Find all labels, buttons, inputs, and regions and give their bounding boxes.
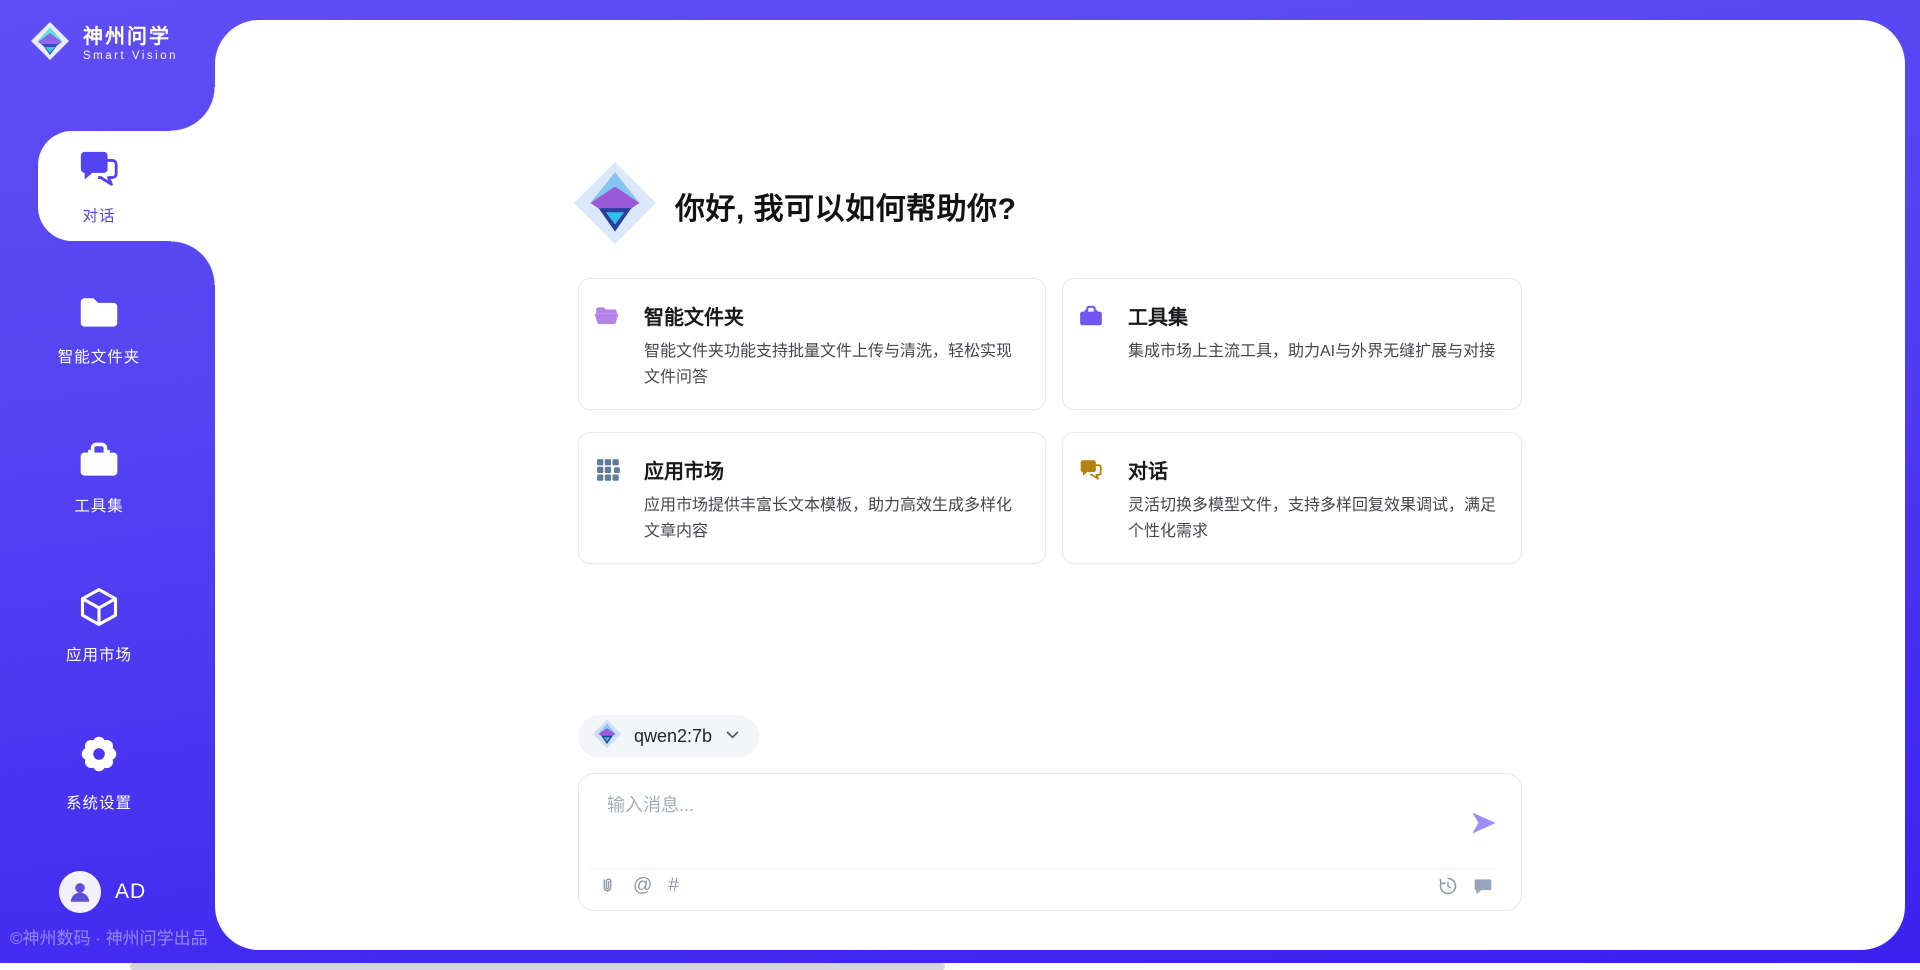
greeting: 你好, 我可以如何帮助你? — [572, 160, 1017, 251]
copyright-text: ©神州数码 · 神州问学出品 — [10, 924, 208, 949]
sidebar-item-settings[interactable]: 系统设置 — [37, 731, 161, 813]
chevron-down-icon — [724, 726, 741, 748]
model-name: qwen2:7b — [634, 726, 712, 747]
sidebar-item-toolbox[interactable]: 工具集 — [37, 440, 161, 516]
sidebar-item-label: 工具集 — [74, 494, 124, 516]
card-description: 应用市场提供丰富长文本模板，助力高效生成多样化文章内容 — [644, 493, 1021, 545]
chat-bubbles-icon — [1078, 457, 1104, 483]
scrollbar-thumb[interactable] — [130, 963, 945, 970]
folder-icon — [78, 293, 120, 336]
sidebar-item-smart-folder[interactable]: 智能文件夹 — [37, 293, 161, 367]
mention-icon[interactable]: @ — [633, 876, 652, 896]
tab-curve-bottom — [171, 241, 215, 285]
card-title: 对话 — [1128, 455, 1168, 484]
horizontal-scrollbar — [0, 963, 1920, 970]
card-description: 集成市场上主流工具，助力AI与外界无缝扩展与对接 — [1128, 339, 1497, 365]
feature-cards: 智能文件夹 智能文件夹功能支持批量文件上传与清洗，轻松实现文件问答 工具集 — [578, 278, 1522, 564]
brand-diamond-icon — [30, 21, 70, 66]
sidebar-item-label: 应用市场 — [66, 643, 132, 665]
card-app-market[interactable]: 应用市场 应用市场提供丰富长文本模板，助力高效生成多样化文章内容 — [578, 432, 1046, 564]
user-initials: AD — [115, 880, 146, 904]
brand-tagline: Smart Vision — [83, 49, 178, 63]
message-composer: @ # — [578, 773, 1522, 911]
folder-open-icon — [594, 303, 620, 329]
card-title: 应用市场 — [644, 455, 724, 484]
card-description: 灵活切换多模型文件，支持多样回复效果调试，满足个性化需求 — [1128, 493, 1497, 545]
app-grid-icon — [594, 457, 620, 483]
sidebar-item-label: 对话 — [82, 204, 115, 226]
brand-logo: 神州问学 Smart Vision — [30, 21, 178, 66]
user-chip[interactable]: AD — [59, 871, 146, 913]
model-diamond-icon — [592, 719, 622, 754]
app-root: 神州问学 Smart Vision 对话 智能 — [0, 0, 1920, 970]
sidebar-item-app-market[interactable]: 应用市场 — [37, 585, 161, 665]
sidebar-item-label: 智能文件夹 — [58, 345, 141, 367]
sidebar-item-label: 系统设置 — [66, 791, 132, 813]
card-title: 工具集 — [1128, 301, 1188, 330]
assistant-diamond-icon — [572, 160, 658, 251]
chat-history-icon[interactable] — [1473, 876, 1493, 896]
model-selector[interactable]: qwen2:7b — [578, 715, 759, 758]
briefcase-icon — [1078, 303, 1104, 329]
card-title: 智能文件夹 — [644, 301, 744, 330]
cube-icon — [77, 585, 121, 634]
gear-icon — [76, 731, 122, 782]
message-input[interactable] — [607, 791, 1407, 857]
toolbox-icon — [77, 440, 121, 485]
card-smart-folder[interactable]: 智能文件夹 智能文件夹功能支持批量文件上传与清洗，轻松实现文件问答 — [578, 278, 1046, 410]
composer-toolbar: @ # — [579, 866, 1521, 910]
send-button[interactable] — [1470, 809, 1498, 837]
card-chat[interactable]: 对话 灵活切换多模型文件，支持多样回复效果调试，满足个性化需求 — [1062, 432, 1522, 564]
sidebar-item-chat[interactable]: 对话 — [37, 148, 161, 226]
sidebar: 神州问学 Smart Vision 对话 智能 — [0, 0, 215, 970]
card-description: 智能文件夹功能支持批量文件上传与清洗，轻松实现文件问答 — [644, 339, 1021, 391]
main-panel: 你好, 我可以如何帮助你? 智能文件夹 智能文件夹功能支持批量文件上传与清洗，轻… — [215, 20, 1905, 950]
history-icon[interactable] — [1438, 876, 1458, 896]
greeting-title: 你好, 我可以如何帮助你? — [675, 184, 1017, 228]
chat-bubbles-icon — [76, 148, 122, 195]
card-toolbox[interactable]: 工具集 集成市场上主流工具，助力AI与外界无缝扩展与对接 — [1062, 278, 1522, 410]
hashtag-icon[interactable]: # — [668, 876, 679, 896]
brand-name: 神州问学 — [83, 25, 178, 49]
attachment-icon[interactable] — [597, 876, 617, 896]
avatar — [59, 871, 101, 913]
tab-curve-top — [171, 87, 215, 131]
